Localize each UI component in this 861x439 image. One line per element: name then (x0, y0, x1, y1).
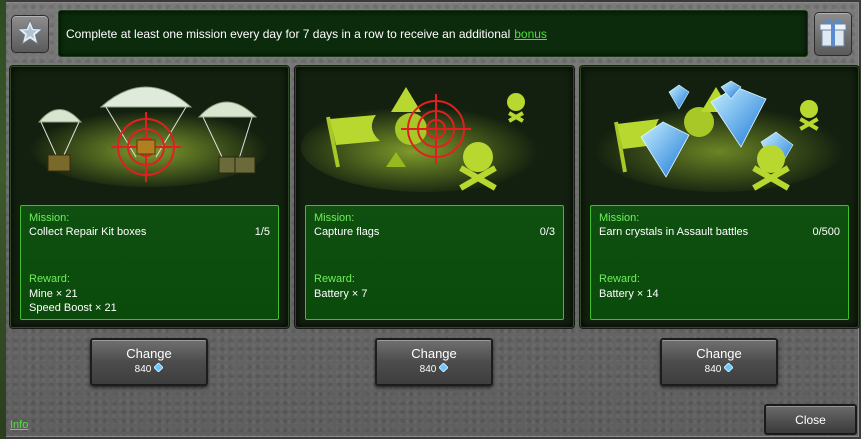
reward-list: Mine × 21 Speed Boost × 21 (29, 287, 117, 315)
reward-list: Battery × 7 (314, 287, 368, 301)
daily-mission-banner: Complete at least one mission every day … (58, 10, 808, 57)
info-link[interactable]: Info (10, 419, 28, 431)
reward-label: Reward: (29, 273, 70, 285)
mission-panel: Mission: Collect Repair Kit boxes 1/5 Re… (20, 205, 279, 320)
change-mission-1-button[interactable]: Change 840 (90, 338, 208, 386)
change-mission-3-button[interactable]: Change 840 (660, 338, 778, 386)
price-value: 840 (704, 363, 722, 375)
reward-list: Battery × 14 (599, 287, 659, 301)
change-price: 840 (377, 362, 491, 375)
gift-button[interactable] (814, 12, 852, 56)
reward-label: Reward: (314, 273, 355, 285)
change-label: Change (126, 346, 172, 361)
change-label: Change (696, 346, 742, 361)
price-value: 840 (134, 363, 152, 375)
bonus-link[interactable]: bonus (514, 27, 547, 41)
mission-progress: 0/500 (812, 226, 840, 238)
mission-panel: Mission: Earn crystals in Assault battle… (590, 205, 849, 320)
change-label: Change (411, 346, 457, 361)
change-price: 840 (662, 362, 776, 375)
mission-task: Capture flags (314, 226, 380, 238)
star-icon (16, 18, 44, 51)
background-strip (0, 0, 6, 439)
mission-card-3: Mission: Earn crystals in Assault battle… (580, 66, 859, 328)
reward-item: Battery × 14 (599, 288, 659, 300)
mission-label: Mission: (314, 212, 355, 224)
mission-task: Collect Repair Kit boxes (29, 226, 147, 238)
reward-label: Reward: (599, 273, 640, 285)
mission-progress: 0/3 (539, 226, 555, 238)
crystal-icon (153, 362, 164, 375)
flag-target-skull-icon (296, 67, 573, 202)
mission-label: Mission: (29, 212, 70, 224)
change-price: 840 (92, 362, 206, 375)
change-mission-2-button[interactable]: Change 840 (375, 338, 493, 386)
crystal-icon (438, 362, 449, 375)
reward-item: Mine × 21 (29, 288, 78, 300)
banner-message: Complete at least one mission every day … (66, 26, 511, 41)
crystal-icon (723, 362, 734, 375)
reward-item: Speed Boost × 21 (29, 302, 117, 314)
mission-label: Mission: (599, 212, 640, 224)
mission-card-2: Mission: Capture flags 0/3 Reward: Batte… (295, 66, 574, 328)
mission-panel: Mission: Capture flags 0/3 Reward: Batte… (305, 205, 564, 320)
parachute-crates-target-icon (11, 67, 288, 202)
star-button[interactable] (11, 15, 49, 53)
mission-progress: 1/5 (254, 226, 270, 238)
mission-card-1: Mission: Collect Repair Kit boxes 1/5 Re… (10, 66, 289, 328)
gift-icon (818, 16, 848, 53)
price-value: 840 (419, 363, 437, 375)
crystals-flag-skull-icon (581, 67, 858, 202)
mission-task: Earn crystals in Assault battles (599, 226, 749, 238)
reward-item: Battery × 7 (314, 288, 368, 300)
close-button[interactable]: Close (764, 404, 857, 435)
